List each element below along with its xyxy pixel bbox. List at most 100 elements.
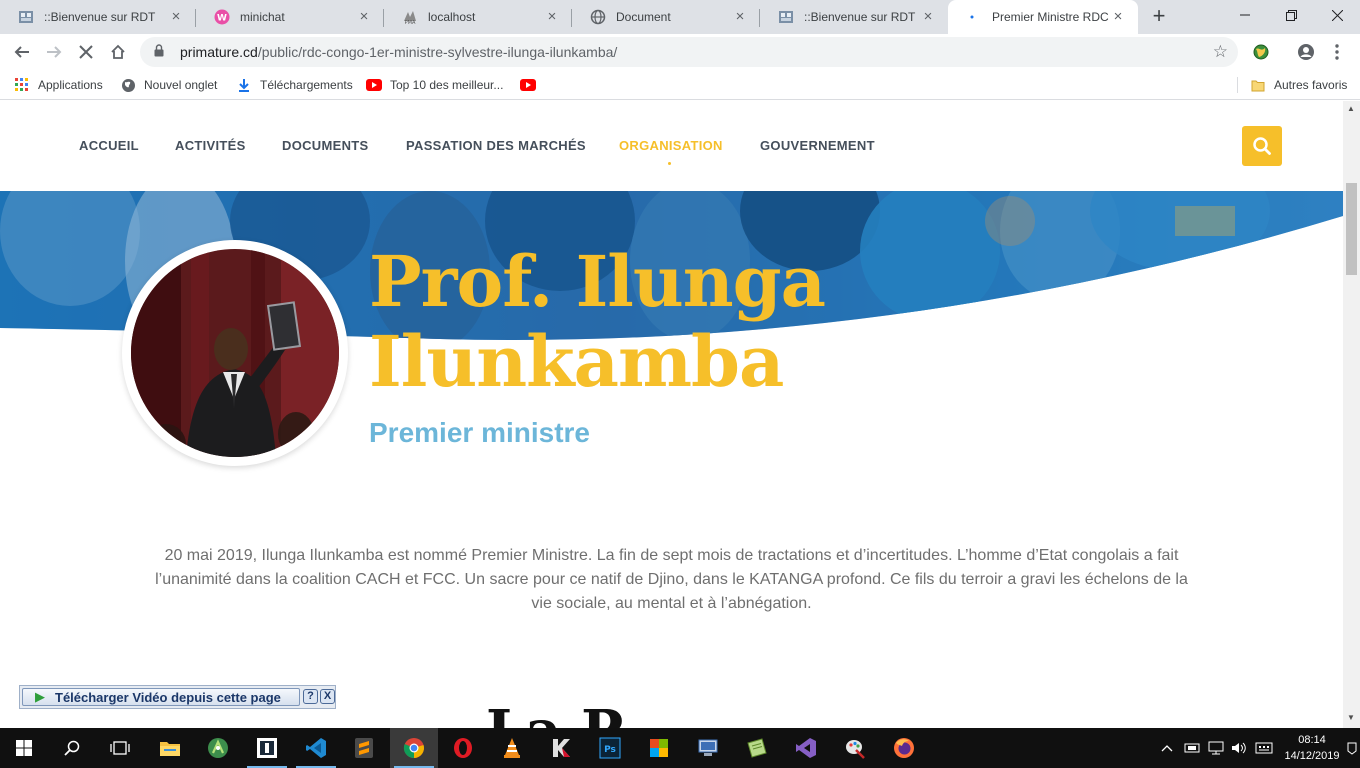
home-button[interactable] (104, 38, 132, 66)
clock-time: 08:14 (1298, 734, 1326, 746)
play-icon: ▶ (35, 689, 45, 704)
taskbar-paint[interactable] (831, 728, 879, 768)
android-studio-icon (208, 738, 228, 758)
browser-tab[interactable]: ::Bienvenue sur RDT × (0, 0, 196, 34)
hero-name-line-1: Prof. Ilunga (369, 240, 826, 323)
youtube-icon (520, 77, 536, 93)
taskbar-office[interactable] (635, 728, 683, 768)
minimize-button[interactable] (1222, 0, 1268, 30)
taskbar-android-studio[interactable] (194, 728, 242, 768)
new-tab-button[interactable]: + (1147, 5, 1171, 29)
tray-device-icon[interactable] (1182, 728, 1202, 768)
volume-icon[interactable] (1229, 728, 1249, 768)
system-clock[interactable]: 08:14 14/12/2019 (1280, 732, 1344, 764)
browser-tab-active[interactable]: Premier Ministre RDC - × (948, 0, 1138, 34)
folder-icon (1250, 77, 1266, 93)
globe-icon (590, 9, 606, 25)
address-bar[interactable]: primature.cd/public/rdc-congo-1er-minist… (140, 37, 1238, 67)
extension-globe-icon[interactable] (1247, 38, 1275, 66)
site-navbar: ACCUEIL ACTIVITÉS DOCUMENTS PASSATION DE… (0, 101, 1343, 191)
scroll-up-arrow-icon[interactable]: ▲ (1347, 104, 1355, 113)
stop-loading-button[interactable] (72, 38, 100, 66)
taskbar-sublime-text[interactable] (340, 728, 388, 768)
kaspersky-icon (553, 739, 570, 757)
close-tab-icon[interactable]: × (1110, 9, 1126, 25)
taskbar-photoshop[interactable]: Ps (586, 728, 634, 768)
scroll-down-arrow-icon[interactable]: ▼ (1347, 713, 1355, 722)
taskbar-file-explorer[interactable] (146, 728, 194, 768)
forward-button[interactable] (40, 38, 68, 66)
help-button[interactable]: ? (303, 689, 318, 704)
bookmark-telechargements[interactable]: Téléchargements (236, 76, 353, 94)
nav-passation-des-marches[interactable]: PASSATION DES MARCHÉS (406, 138, 586, 153)
scrollbar-thumb[interactable] (1346, 183, 1357, 275)
keyboard-ime-icon[interactable] (1252, 728, 1276, 768)
tab-title: localhost (428, 10, 476, 24)
svg-text:Ps: Ps (604, 745, 616, 755)
close-window-button[interactable] (1314, 0, 1360, 30)
browser-tab[interactable]: ::Bienvenue sur RDT × (760, 0, 948, 34)
download-video-button[interactable]: ▶ Télécharger Vidéo depuis cette page (22, 688, 300, 706)
tab-title: ::Bienvenue sur RDT (804, 10, 916, 24)
close-bar-button[interactable]: X (320, 689, 335, 704)
vscode-icon (306, 738, 326, 758)
bookmark-star-icon[interactable]: ☆ (1213, 42, 1228, 62)
taskbar-visual-studio[interactable] (782, 728, 830, 768)
network-icon[interactable] (1206, 728, 1226, 768)
svg-text:PMA: PMA (405, 20, 416, 25)
taskbar-vlc[interactable] (488, 728, 536, 768)
svg-text:W: W (217, 14, 227, 24)
restore-button[interactable] (1268, 0, 1314, 30)
taskbar-notepad[interactable] (733, 728, 781, 768)
lock-icon[interactable] (154, 44, 168, 60)
bookmark-label: Téléchargements (260, 78, 353, 92)
taskbar-firefox[interactable] (880, 728, 928, 768)
site-search-button[interactable] (1242, 126, 1282, 166)
page-scrollbar[interactable]: ▲ ▼ (1343, 101, 1360, 728)
nav-activites[interactable]: ACTIVITÉS (175, 138, 246, 153)
bookmark-nouvel-onglet[interactable]: Nouvel onglet (120, 76, 217, 94)
bookmark-applications[interactable]: Applications (14, 76, 103, 94)
close-tab-icon[interactable]: × (544, 9, 560, 25)
close-tab-icon[interactable]: × (356, 9, 372, 25)
taskbar-remote-desktop[interactable] (684, 728, 732, 768)
page-viewport[interactable]: ACCUEIL ACTIVITÉS DOCUMENTS PASSATION DE… (0, 101, 1343, 728)
rdt-favicon-icon (18, 9, 34, 25)
browser-tab[interactable]: W minichat × (196, 0, 384, 34)
bookmark-youtube[interactable] (520, 76, 544, 94)
file-explorer-icon (160, 742, 180, 756)
bookmark-top10[interactable]: Top 10 des meilleur... (366, 76, 503, 94)
intro-paragraph: 20 mai 2019, Ilunga Ilunkamba est nommé … (155, 547, 1188, 612)
search-taskbar-button[interactable] (48, 728, 96, 768)
nav-gouvernement[interactable]: GOUVERNEMENT (760, 138, 875, 153)
nav-documents[interactable]: DOCUMENTS (282, 138, 368, 153)
browser-tab[interactable]: PMA localhost × (384, 0, 572, 34)
notifications-icon[interactable] (1344, 728, 1360, 768)
taskbar-app-frame[interactable] (243, 728, 291, 768)
nav-organisation[interactable]: ORGANISATION (619, 138, 723, 153)
video-download-bar: ▶ Télécharger Vidéo depuis cette page ? … (19, 685, 336, 709)
hero-name-line-2: Ilunkamba (369, 320, 784, 403)
taskbar-chrome[interactable] (390, 728, 438, 768)
nav-accueil[interactable]: ACCUEIL (79, 138, 139, 153)
browser-tab[interactable]: Document × (572, 0, 760, 34)
close-tab-icon[interactable]: × (732, 9, 748, 25)
tab-title: ::Bienvenue sur RDT (44, 10, 156, 24)
taskbar-vscode[interactable] (292, 728, 340, 768)
wamp-favicon-icon: W (214, 9, 230, 25)
menu-kebab-icon[interactable] (1323, 38, 1351, 66)
task-view-button[interactable] (96, 728, 144, 768)
tray-overflow-chevron-icon[interactable] (1158, 728, 1176, 768)
back-button[interactable] (8, 38, 36, 66)
browser-toolbar: primature.cd/public/rdc-congo-1er-minist… (0, 34, 1360, 70)
chrome-icon (403, 738, 424, 759)
vlc-icon (504, 738, 520, 758)
close-tab-icon[interactable]: × (920, 9, 936, 25)
sublime-text-icon (355, 738, 373, 758)
taskbar-kaspersky[interactable] (537, 728, 585, 768)
close-tab-icon[interactable]: × (168, 9, 184, 25)
taskbar-opera[interactable] (439, 728, 487, 768)
start-button[interactable] (0, 728, 48, 768)
bookmark-other-folder[interactable]: Autres favoris (1250, 76, 1347, 94)
profile-icon[interactable] (1292, 38, 1320, 66)
